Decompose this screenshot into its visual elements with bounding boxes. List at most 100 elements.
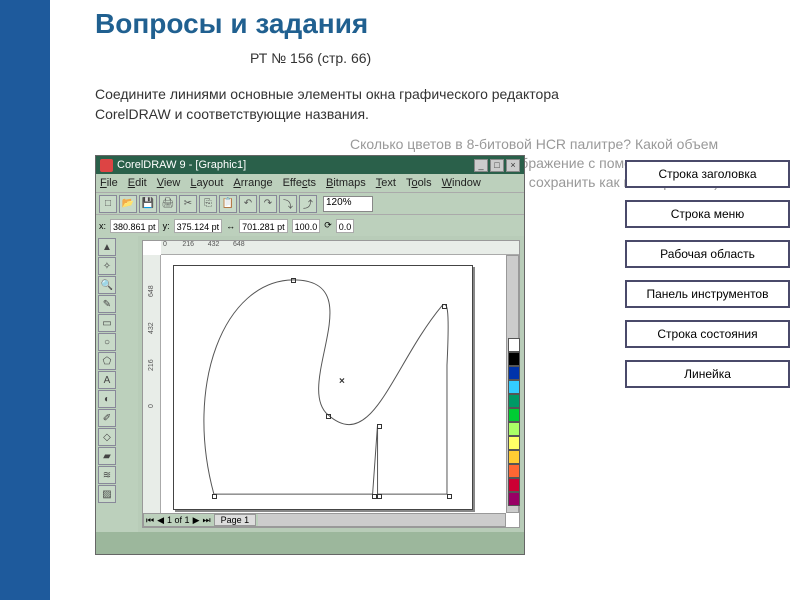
- eyedropper-tool-icon[interactable]: ✐: [98, 409, 116, 427]
- swatch-amber[interactable]: [508, 450, 520, 464]
- swatch-magenta[interactable]: [508, 492, 520, 506]
- blue-sidebar: [0, 0, 50, 600]
- label-statusbar[interactable]: Строка состояния: [625, 320, 790, 348]
- menu-tools[interactable]: Tools: [406, 177, 432, 189]
- last-page-icon[interactable]: ⏭: [202, 515, 210, 526]
- label-titlebar[interactable]: Строка заголовка: [625, 160, 790, 188]
- subtitle: РТ № 156 (стр. 66): [250, 50, 371, 66]
- outline-tool-icon[interactable]: ◇: [98, 428, 116, 446]
- first-page-icon[interactable]: ⏮: [146, 515, 154, 526]
- page-title: Вопросы и задания: [95, 8, 368, 40]
- cx[interactable]: 100.0: [292, 219, 321, 233]
- y-coord[interactable]: 375.124 pt: [174, 219, 223, 233]
- scrollbar-horizontal[interactable]: ⏮ ◀ 1 of 1 ▶ ⏭ Page 1: [143, 513, 506, 527]
- import-icon[interactable]: ⤵: [279, 195, 297, 213]
- rot[interactable]: 0.0: [336, 219, 355, 233]
- export-icon[interactable]: ⤴: [299, 195, 317, 213]
- prev-page-icon[interactable]: ◀: [157, 515, 164, 526]
- redo-icon[interactable]: ↷: [259, 195, 277, 213]
- x-label: x:: [99, 221, 106, 231]
- swatch-red[interactable]: [508, 478, 520, 492]
- toolbox: ▲ ✧ 🔍 ✎ ▭ ○ ⬠ A ◐ ✐ ◇ ▰ ≋ ▨: [96, 236, 138, 532]
- save-icon[interactable]: 💾: [139, 195, 157, 213]
- w-coord[interactable]: 701.281 pt: [239, 219, 288, 233]
- w-label: ↔: [226, 221, 235, 231]
- app-icon: [100, 159, 113, 172]
- node-handle[interactable]: [212, 494, 217, 499]
- ruler-vertical[interactable]: 648 432 216 0: [143, 255, 161, 513]
- freehand-tool-icon[interactable]: ✎: [98, 295, 116, 313]
- ellipse-tool-icon[interactable]: ○: [98, 333, 116, 351]
- instruction-text: Соедините линиями основные элементы окна…: [95, 85, 615, 124]
- label-menubar[interactable]: Строка меню: [625, 200, 790, 228]
- blend-tool-icon[interactable]: ≋: [98, 466, 116, 484]
- node-handle[interactable]: [447, 494, 452, 499]
- menu-arrange[interactable]: Arrange: [233, 177, 272, 189]
- node-handle[interactable]: [291, 278, 296, 283]
- zoom-tool-icon[interactable]: 🔍: [98, 276, 116, 294]
- center-mark-icon: ×: [339, 376, 345, 387]
- swatch-white[interactable]: [508, 338, 520, 352]
- page[interactable]: ×: [173, 265, 473, 510]
- menu-edit[interactable]: Edit: [128, 177, 147, 189]
- swatch-orange[interactable]: [508, 464, 520, 478]
- print-icon[interactable]: 🖨: [159, 195, 177, 213]
- transparency-tool-icon[interactable]: ▨: [98, 485, 116, 503]
- swatch-yellow[interactable]: [508, 436, 520, 450]
- page-tab[interactable]: Page 1: [214, 514, 257, 526]
- undo-icon[interactable]: ↶: [239, 195, 257, 213]
- text-tool-icon[interactable]: A: [98, 371, 116, 389]
- label-ruler[interactable]: Линейка: [625, 360, 790, 388]
- workarea: ▲ ✧ 🔍 ✎ ▭ ○ ⬠ A ◐ ✐ ◇ ▰ ≋ ▨ 0 216 432 64…: [96, 236, 524, 532]
- rectangle-tool-icon[interactable]: ▭: [98, 314, 116, 332]
- interactive-fill-icon[interactable]: ◐: [98, 390, 116, 408]
- menu-view[interactable]: View: [157, 177, 181, 189]
- close-button[interactable]: ×: [506, 159, 520, 172]
- menu-text[interactable]: Text: [376, 177, 396, 189]
- menu-window[interactable]: Window: [442, 177, 481, 189]
- node-handle[interactable]: [377, 424, 382, 429]
- maximize-button[interactable]: □: [490, 159, 504, 172]
- menu-effects[interactable]: Effects: [283, 177, 316, 189]
- label-toolbox[interactable]: Панель инструментов: [625, 280, 790, 308]
- y-label: y:: [163, 221, 170, 231]
- swatch-green[interactable]: [508, 408, 520, 422]
- menubar: File Edit View Layout Arrange Effects Bi…: [96, 174, 524, 192]
- bezier-curve[interactable]: [174, 266, 472, 509]
- ruler-horizontal[interactable]: 0 216 432 648: [161, 241, 519, 255]
- swatch-blue[interactable]: [508, 366, 520, 380]
- swatch-black[interactable]: [508, 352, 520, 366]
- rot-label: ⟳: [324, 220, 332, 231]
- node-handle[interactable]: [326, 414, 331, 419]
- shape-tool-icon[interactable]: ✧: [98, 257, 116, 275]
- menu-file[interactable]: File: [100, 177, 118, 189]
- swatch-lime[interactable]: [508, 422, 520, 436]
- node-handle[interactable]: [377, 494, 382, 499]
- color-palette: [508, 338, 522, 506]
- page-navigator[interactable]: ⏮ ◀ 1 of 1 ▶ ⏭ Page 1: [144, 514, 258, 526]
- pick-tool-icon[interactable]: ▲: [98, 238, 116, 256]
- node-handle[interactable]: [372, 494, 377, 499]
- canvas[interactable]: 0 216 432 648 648 432 216 0: [142, 240, 520, 528]
- swatch-cyan[interactable]: [508, 380, 520, 394]
- x-coord[interactable]: 380.861 pt: [110, 219, 159, 233]
- minimize-button[interactable]: _: [474, 159, 488, 172]
- next-page-icon[interactable]: ▶: [193, 515, 200, 526]
- open-icon[interactable]: 📂: [119, 195, 137, 213]
- swatch-teal[interactable]: [508, 394, 520, 408]
- copy-icon[interactable]: ⎘: [199, 195, 217, 213]
- label-boxes: Строка заголовка Строка меню Рабочая обл…: [625, 160, 790, 400]
- new-icon[interactable]: □: [99, 195, 117, 213]
- zoom-input[interactable]: 120%: [323, 196, 373, 212]
- fill-tool-icon[interactable]: ▰: [98, 447, 116, 465]
- node-handle[interactable]: [442, 304, 447, 309]
- menu-bitmaps[interactable]: Bitmaps: [326, 177, 366, 189]
- polygon-tool-icon[interactable]: ⬠: [98, 352, 116, 370]
- label-workarea[interactable]: Рабочая область: [625, 240, 790, 268]
- titlebar[interactable]: CorelDRAW 9 - [Graphic1] _ □ ×: [96, 156, 524, 174]
- paste-icon[interactable]: 📋: [219, 195, 237, 213]
- window-title: CorelDRAW 9 - [Graphic1]: [117, 159, 246, 171]
- cut-icon[interactable]: ✂: [179, 195, 197, 213]
- menu-layout[interactable]: Layout: [190, 177, 223, 189]
- standard-toolbar: □ 📂 💾 🖨 ✂ ⎘ 📋 ↶ ↷ ⤵ ⤴ 120%: [96, 192, 524, 214]
